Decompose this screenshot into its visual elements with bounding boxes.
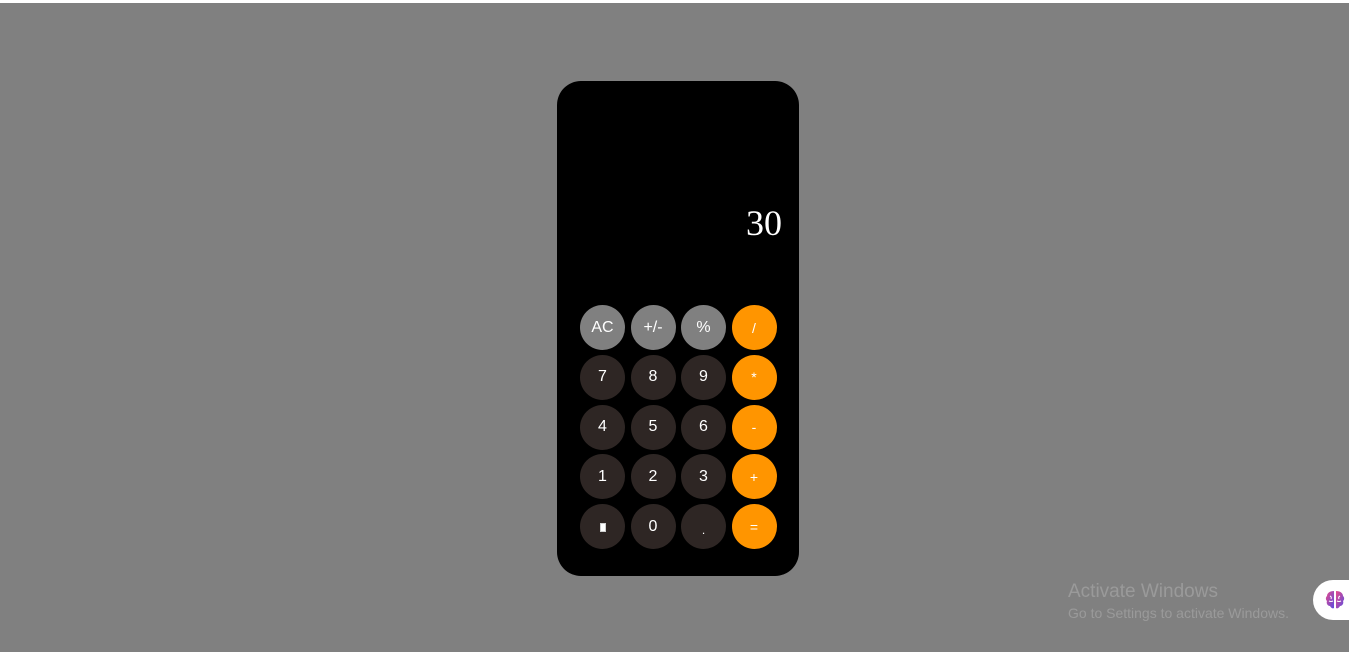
- delete-button[interactable]: [580, 504, 625, 550]
- percent-button[interactable]: %: [681, 305, 726, 350]
- digit-1-button[interactable]: 1: [580, 454, 625, 500]
- digit-3-button[interactable]: 3: [681, 454, 726, 500]
- calculator-display: 30: [746, 203, 782, 243]
- activate-windows-watermark: Activate Windows Go to Settings to activ…: [1068, 581, 1289, 622]
- extension-widget[interactable]: [1313, 580, 1349, 620]
- digit-5-button[interactable]: 5: [630, 404, 676, 450]
- brain-icon: [1325, 591, 1345, 609]
- equals-button[interactable]: =: [731, 504, 777, 550]
- toggle-sign-button[interactable]: +/-: [630, 305, 676, 350]
- keypad: AC +/-%/ 7 8 9 * 4 5 6- 1 2 3 +0. =: [580, 305, 777, 550]
- page-background: 30 AC +/-%/ 7 8 9 * 4 5 6- 1 2 3 +0. = Activate Windo…: [0, 3, 1349, 652]
- delete-icon: [599, 523, 606, 533]
- digit-0-button[interactable]: 0: [630, 504, 676, 550]
- digit-4-button[interactable]: 4: [580, 404, 625, 450]
- add-button[interactable]: +: [731, 454, 777, 500]
- subtract-button[interactable]: -: [731, 404, 777, 450]
- watermark-title: Activate Windows: [1068, 581, 1218, 602]
- calculator: 30 AC +/-%/ 7 8 9 * 4 5 6- 1 2 3 +0. =: [557, 81, 799, 576]
- divide-button[interactable]: /: [731, 305, 777, 350]
- decimal-button[interactable]: .: [681, 504, 726, 550]
- digit-9-button[interactable]: 9: [681, 354, 726, 400]
- digit-6-button[interactable]: 6: [681, 404, 726, 450]
- watermark-subtitle: Go to Settings to activate Windows.: [1068, 605, 1289, 621]
- digit-2-button[interactable]: 2: [630, 454, 676, 500]
- digit-7-button[interactable]: 7: [580, 354, 625, 400]
- digit-8-button[interactable]: 8: [630, 354, 676, 400]
- multiply-button[interactable]: *: [731, 354, 777, 400]
- all-clear-button[interactable]: AC: [580, 305, 625, 350]
